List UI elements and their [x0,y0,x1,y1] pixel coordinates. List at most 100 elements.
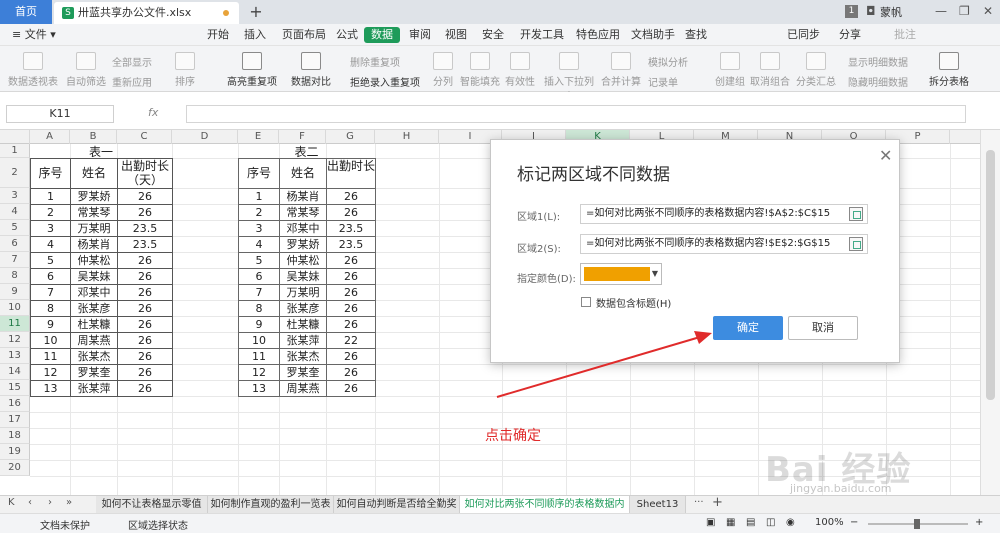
prev-sheet-icon[interactable]: ‹ [28,497,32,508]
table1-cell[interactable]: 6 [30,268,71,285]
reading-mode-icon[interactable]: ◫ [766,517,775,528]
row-header[interactable]: 15 [0,380,30,396]
table2-cell[interactable]: 9 [238,316,280,333]
table1-header-cell[interactable]: 出勤时长（天） [117,158,173,189]
table2-cell[interactable]: 常某琴 [279,204,327,221]
table2-cell[interactable]: 杨某肖 [279,188,327,205]
row-header[interactable]: 10 [0,300,30,316]
table1-cell[interactable]: 26 [117,188,173,205]
column-header[interactable]: B [70,130,117,144]
subtotal-button[interactable]: 分类汇总 [796,52,836,88]
table2-cell[interactable]: 26 [326,364,376,381]
row-header[interactable]: 12 [0,332,30,348]
row-header[interactable]: 11 [0,316,30,332]
highlight-duplicates-button[interactable]: 高亮重复项 [224,52,280,88]
row-header[interactable]: 18 [0,428,30,444]
table1-cell[interactable]: 4 [30,236,71,253]
table1-cell[interactable]: 11 [30,348,71,365]
row-header[interactable]: 17 [0,412,30,428]
table2-cell[interactable]: 张某杰 [279,348,327,365]
text-to-columns-button[interactable]: 分列 [428,52,458,88]
table2-cell[interactable]: 26 [326,316,376,333]
table1-cell[interactable]: 26 [117,380,173,397]
table2-cell[interactable]: 26 [326,284,376,301]
row-header[interactable]: 13 [0,348,30,364]
table2-cell[interactable]: 5 [238,252,280,269]
column-header[interactable]: F [279,130,326,144]
table1-cell[interactable]: 26 [117,300,173,317]
menu-developer[interactable]: 开发工具 [516,27,568,43]
table1-cell[interactable]: 10 [30,332,71,349]
row-header[interactable]: 7 [0,252,30,268]
table1-cell[interactable]: 26 [117,268,173,285]
table1-cell[interactable]: 7 [30,284,71,301]
table1-cell[interactable]: 26 [117,252,173,269]
table2-cell[interactable]: 张某彦 [279,300,327,317]
table1-cell[interactable]: 万某明 [70,220,118,237]
restore-icon[interactable]: ❐ [959,4,970,18]
zoom-slider-handle[interactable] [914,519,920,529]
table1-cell[interactable]: 26 [117,316,173,333]
table1-cell[interactable]: 张某萍 [70,380,118,397]
range-picker-icon[interactable] [849,207,863,221]
page-break-view-icon[interactable]: ▤ [746,517,755,528]
range-picker-icon[interactable] [849,237,863,251]
record-form-button[interactable]: 记录单 [648,74,678,89]
table2-header-cell[interactable]: 出勤时长 [326,158,376,189]
row-header[interactable]: 2 [0,158,30,188]
row-header[interactable]: 9 [0,284,30,300]
table2-cell[interactable]: 23.5 [326,236,376,253]
ungroup-button[interactable]: 取消组合 [750,52,790,88]
column-header[interactable]: G [326,130,375,144]
sheet-tab[interactable]: Sheet13 [630,496,686,513]
sheet-tab[interactable]: 如何自动判断是否给全勤奖 [334,496,460,513]
show-all-button[interactable]: 全部显示 [112,54,152,69]
table2-cell[interactable]: 张某萍 [279,332,327,349]
hide-detail-button[interactable]: 隐藏明细数据 [848,74,908,89]
comment-button[interactable]: 批注 [890,27,920,43]
table1-cell[interactable]: 26 [117,332,173,349]
table1-cell[interactable]: 26 [117,204,173,221]
table2-header-cell[interactable]: 姓名 [279,158,327,189]
next-sheet-icon[interactable]: › [48,497,52,508]
menu-data[interactable]: 数据 [364,27,400,43]
table2-cell[interactable]: 仲某松 [279,252,327,269]
split-table-button[interactable]: 拆分表格 [926,52,972,88]
table2-cell[interactable]: 2 [238,204,280,221]
zoom-level[interactable]: 100% [815,517,844,528]
table1-cell[interactable]: 邓某中 [70,284,118,301]
reject-duplicates-button[interactable]: 拒绝录入重复项 [350,74,420,89]
column-header[interactable]: A [30,130,70,144]
table2-cell[interactable]: 26 [326,268,376,285]
table1-header-cell[interactable]: 姓名 [70,158,118,189]
table1-cell[interactable]: 杜某糠 [70,316,118,333]
table2-cell[interactable]: 11 [238,348,280,365]
menu-doc-assistant[interactable]: 文档助手 [627,27,679,43]
table2-cell[interactable]: 26 [326,188,376,205]
table2-cell[interactable]: 万某明 [279,284,327,301]
row-header[interactable]: 20 [0,460,30,476]
menu-insert[interactable]: 插入 [240,27,270,43]
sheet-tab-active[interactable]: 如何对比两张不同顺序的表格数据内容 [460,496,630,527]
table2-cell[interactable]: 1 [238,188,280,205]
table1-cell[interactable]: 仲某松 [70,252,118,269]
table1-cell[interactable]: 23.5 [117,236,173,253]
table1-cell[interactable]: 常某琴 [70,204,118,221]
table1-cell[interactable]: 26 [117,364,173,381]
table1-cell[interactable]: 2 [30,204,71,221]
table2-cell[interactable]: 26 [326,300,376,317]
menu-special[interactable]: 特色应用 [572,27,624,43]
sheet-tab[interactable]: 如何制作直观的盈利一览表 [208,496,334,513]
table2-cell[interactable]: 13 [238,380,280,397]
document-tab[interactable]: S 卅蓝共享办公文件.xlsx [54,2,239,24]
table1-cell[interactable]: 23.5 [117,220,173,237]
first-sheet-icon[interactable]: K [8,497,15,508]
menu-formula[interactable]: 公式 [332,27,362,43]
remove-duplicates-button[interactable]: 删除重复项 [350,54,400,69]
table1-cell[interactable]: 3 [30,220,71,237]
validation-button[interactable]: 有效性 [502,52,538,88]
row-header[interactable]: 14 [0,364,30,380]
ok-button[interactable]: 确定 [713,316,783,340]
table2-cell[interactable]: 3 [238,220,280,237]
fx-icon[interactable]: fx [148,106,158,119]
